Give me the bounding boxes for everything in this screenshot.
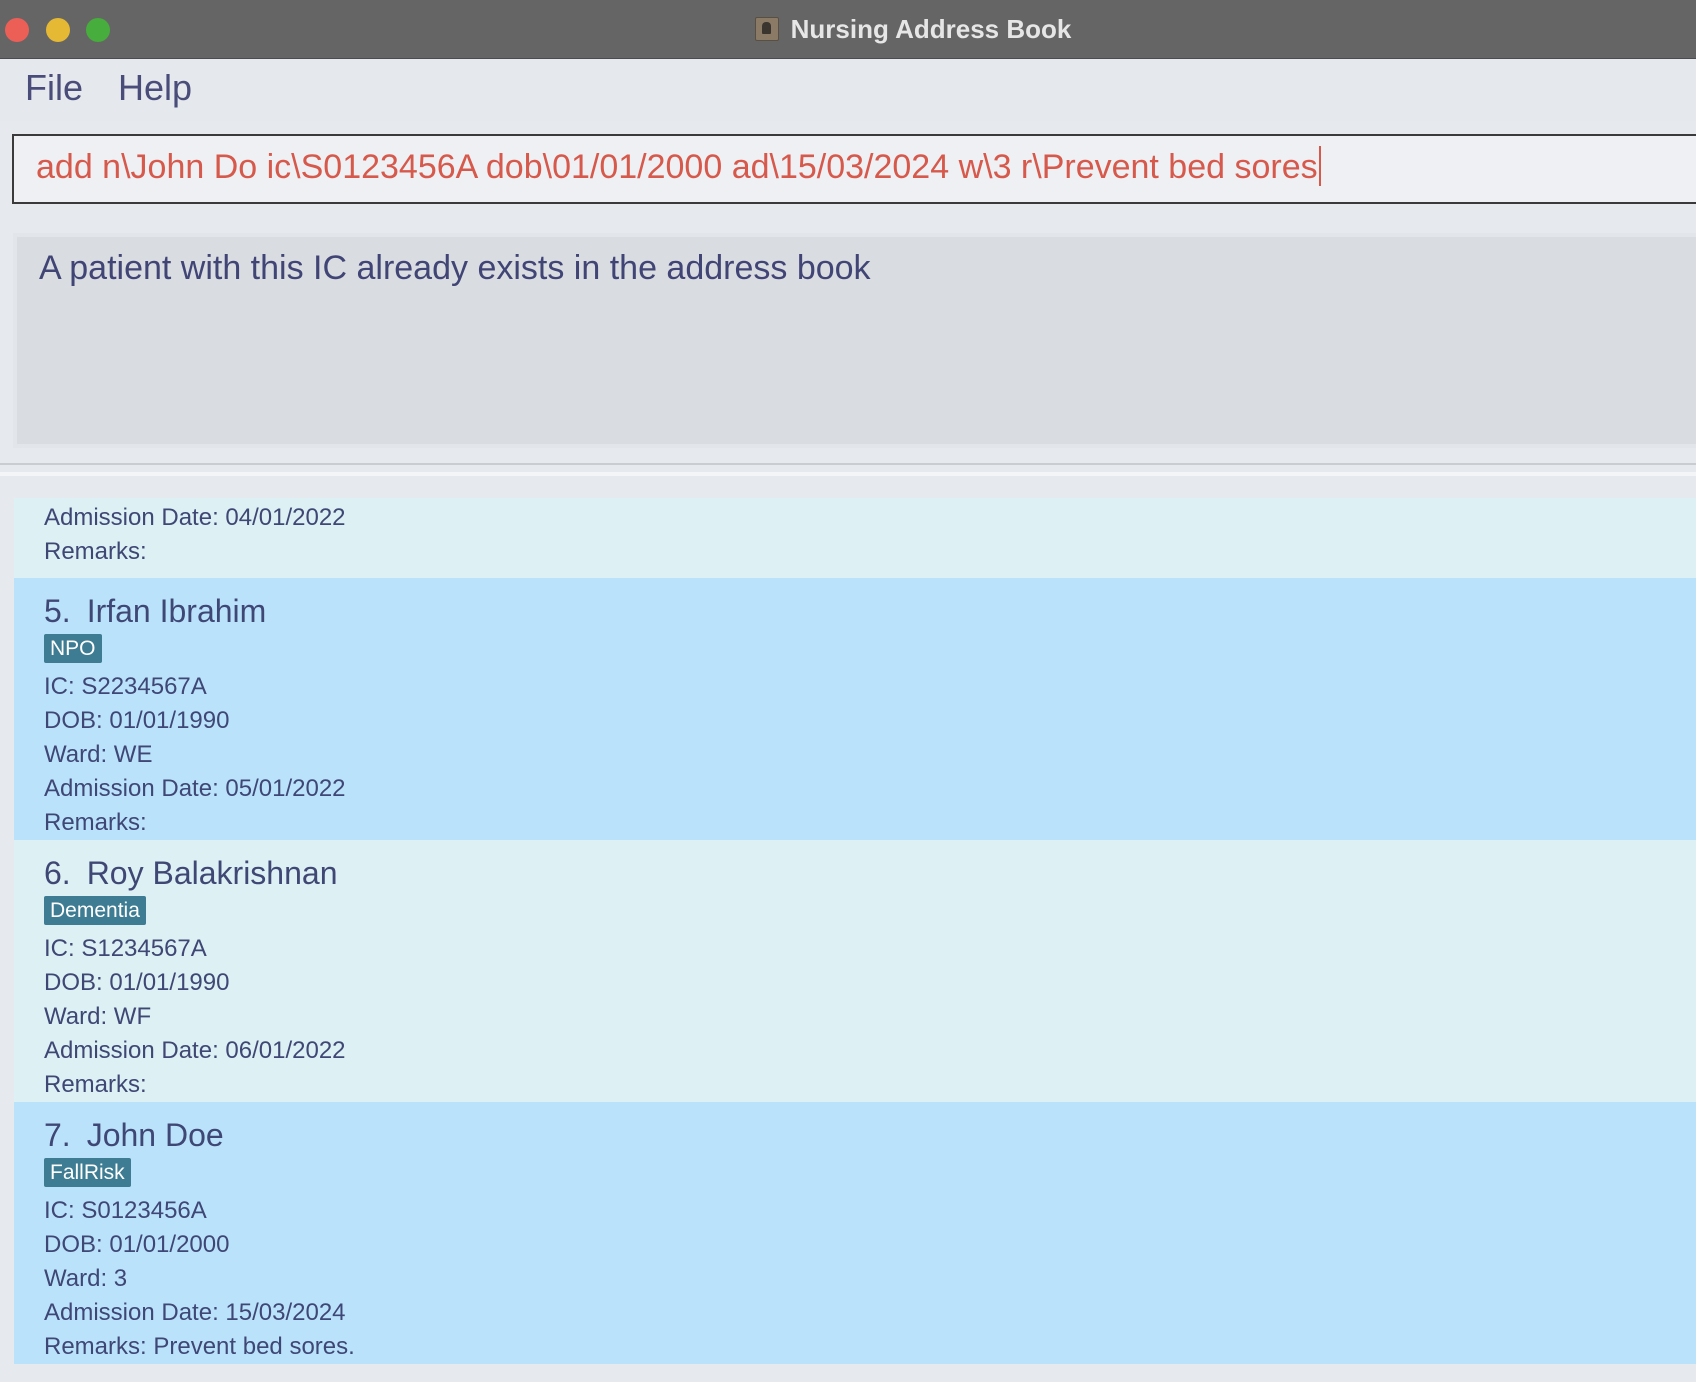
patient-dob: DOB: 01/01/1990 <box>44 969 230 996</box>
patient-card[interactable]: 6. Roy Balakrishnan Dementia IC: S1234567… <box>14 840 1696 1102</box>
window-title: Nursing Address Book <box>790 13 1072 44</box>
admission-date: Admission Date: 04/01/2022 <box>44 504 346 531</box>
remarks: Remarks: <box>44 1071 147 1098</box>
menu-bar: File Help <box>0 59 1696 121</box>
divider-handle[interactable] <box>0 472 1696 476</box>
patient-index: 6. <box>44 855 71 891</box>
patient-list[interactable]: Admission Date: 04/01/2022 Remarks: 5. Ir… <box>14 498 1696 1366</box>
address-book-icon <box>754 17 779 41</box>
admission-date: Admission Date: 05/01/2022 <box>44 775 346 802</box>
patient-name: 5. Irfan Ibrahim <box>44 590 1696 632</box>
patient-ic: IC: S1234567A <box>44 935 207 962</box>
command-input[interactable]: add n\John Do ic\S0123456A dob\01/01/200… <box>36 146 1321 187</box>
text-cursor <box>1318 146 1321 186</box>
patient-ward: Ward: 3 <box>44 1265 128 1292</box>
remarks: Remarks: <box>44 809 147 836</box>
patient-name-text: Roy Balakrishnan <box>86 855 338 891</box>
patient-name: 6. Roy Balakrishnan <box>44 852 1696 894</box>
command-box[interactable]: add n\John Do ic\S0123456A dob\01/01/200… <box>12 134 1696 204</box>
patient-dob: DOB: 01/01/2000 <box>44 1231 230 1258</box>
patient-tag: FallRisk <box>44 1158 131 1187</box>
patient-name-text: John Doe <box>86 1117 224 1153</box>
patient-card[interactable]: 7. John Doe FallRisk IC: S0123456A DOB: 0… <box>14 1102 1696 1364</box>
patient-index: 5. <box>44 593 71 629</box>
patient-ward: Ward: WF <box>44 1003 152 1030</box>
result-message: A patient with this IC already exists in… <box>39 249 871 287</box>
admission-date: Admission Date: 15/03/2024 <box>44 1299 346 1326</box>
menu-help[interactable]: Help <box>118 67 192 109</box>
patient-ward: Ward: WE <box>44 741 153 768</box>
patient-ic: IC: S0123456A <box>44 1197 207 1224</box>
admission-date: Admission Date: 06/01/2022 <box>44 1037 346 1064</box>
menu-file[interactable]: File <box>25 67 83 109</box>
remarks: Remarks: <box>44 538 147 565</box>
patient-tag: NPO <box>44 634 102 663</box>
command-text: add n\John Do ic\S0123456A dob\01/01/200… <box>36 148 1318 186</box>
patient-name-text: Irfan Ibrahim <box>86 593 267 629</box>
app-window: Nursing Address Book File Help add n\Joh… <box>0 0 1696 1382</box>
patient-card[interactable]: 5. Irfan Ibrahim NPO IC: S2234567A DOB: 0… <box>14 578 1696 840</box>
patient-ic: IC: S2234567A <box>44 673 207 700</box>
title-wrap: Nursing Address Book <box>0 0 1696 58</box>
patient-tag: Dementia <box>44 896 146 925</box>
divider <box>0 463 1696 465</box>
result-display: A patient with this IC already exists in… <box>13 233 1696 448</box>
patient-name: 7. John Doe <box>44 1114 1696 1156</box>
remarks: Remarks: Prevent bed sores. <box>44 1333 355 1360</box>
patient-dob: DOB: 01/01/1990 <box>44 707 230 734</box>
patient-card-partial[interactable]: Admission Date: 04/01/2022 Remarks: <box>14 498 1696 578</box>
title-bar: Nursing Address Book <box>0 0 1696 59</box>
patient-index: 7. <box>44 1117 71 1153</box>
